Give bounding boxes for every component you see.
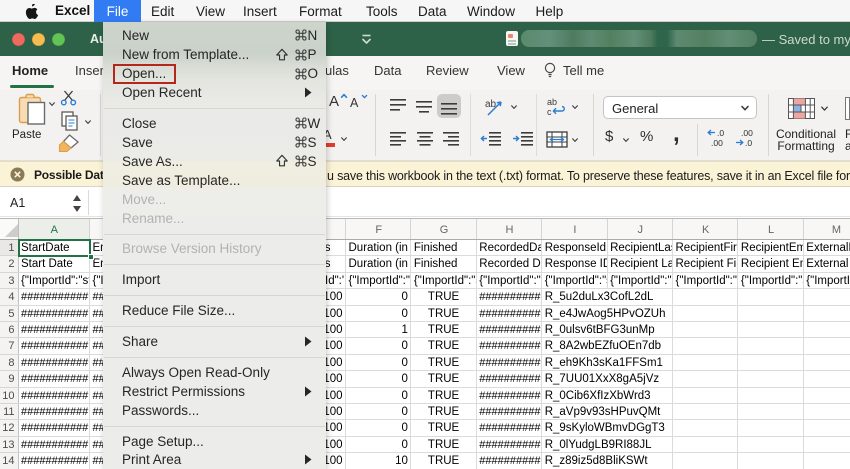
svg-text:.0: .0 [717,128,724,138]
svg-text:ab: ab [547,97,557,107]
svg-text:.00: .00 [741,128,753,138]
svg-text:.00: .00 [711,138,723,148]
svg-text:.0: .0 [745,138,752,148]
svg-text:c: c [547,107,552,117]
